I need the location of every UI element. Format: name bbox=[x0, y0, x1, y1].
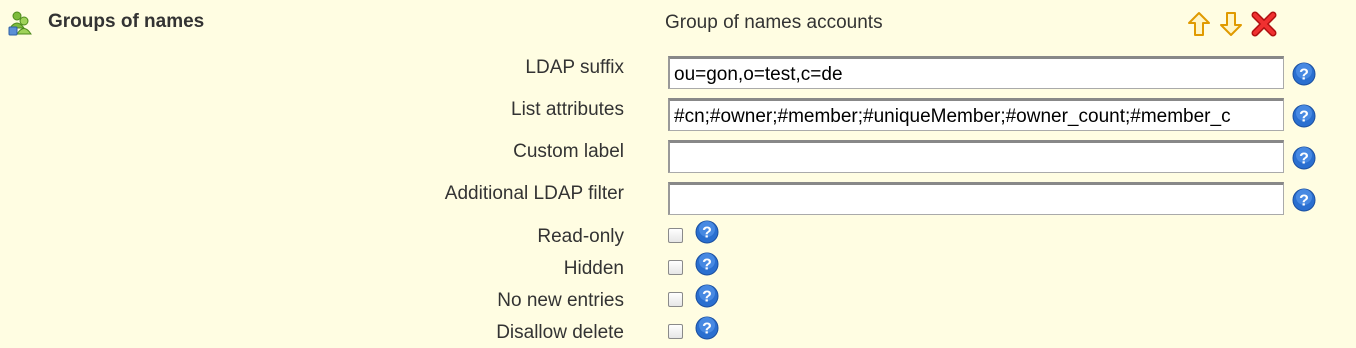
ldap-suffix-label: LDAP suffix bbox=[525, 57, 624, 78]
arrow-up-icon bbox=[1188, 12, 1210, 36]
svg-text:?: ? bbox=[702, 257, 712, 274]
move-down-button[interactable] bbox=[1218, 11, 1244, 37]
disallow-delete-label: Disallow delete bbox=[496, 322, 624, 343]
account-type-title: Group of names accounts bbox=[665, 12, 883, 33]
hidden-checkbox[interactable] bbox=[668, 260, 683, 275]
help-icon[interactable]: ? bbox=[695, 220, 719, 244]
list-attributes-input[interactable] bbox=[668, 98, 1284, 131]
help-icon[interactable]: ? bbox=[1292, 62, 1316, 86]
help-icon[interactable]: ? bbox=[1292, 188, 1316, 212]
help-icon[interactable]: ? bbox=[695, 284, 719, 308]
help-icon[interactable]: ? bbox=[1292, 104, 1316, 128]
groups-icon bbox=[8, 10, 32, 36]
help-icon[interactable]: ? bbox=[1292, 146, 1316, 170]
svg-text:?: ? bbox=[702, 289, 712, 306]
remove-button[interactable] bbox=[1251, 11, 1277, 37]
no-new-entries-checkbox[interactable] bbox=[668, 292, 683, 307]
read-only-checkbox[interactable] bbox=[668, 228, 683, 243]
svg-text:?: ? bbox=[702, 225, 712, 242]
hidden-label: Hidden bbox=[563, 258, 624, 279]
svg-text:?: ? bbox=[1299, 151, 1309, 168]
read-only-label: Read-only bbox=[537, 226, 624, 247]
svg-text:?: ? bbox=[702, 321, 712, 338]
section-title: Groups of names bbox=[48, 11, 205, 32]
svg-text:?: ? bbox=[1299, 109, 1309, 126]
additional-ldap-filter-input[interactable] bbox=[668, 182, 1284, 215]
custom-label-label: Custom label bbox=[513, 141, 624, 162]
disallow-delete-checkbox[interactable] bbox=[668, 324, 683, 339]
custom-label-input[interactable] bbox=[668, 140, 1284, 173]
arrow-down-icon bbox=[1220, 12, 1242, 36]
move-up-button[interactable] bbox=[1186, 11, 1212, 37]
additional-ldap-filter-label: Additional LDAP filter bbox=[444, 183, 624, 204]
svg-text:?: ? bbox=[1299, 193, 1309, 210]
help-icon[interactable]: ? bbox=[695, 316, 719, 340]
help-icon[interactable]: ? bbox=[695, 252, 719, 276]
svg-text:?: ? bbox=[1299, 67, 1309, 84]
ldap-suffix-input[interactable] bbox=[668, 56, 1284, 89]
delete-icon bbox=[1251, 11, 1277, 37]
list-attributes-label: List attributes bbox=[511, 99, 624, 120]
no-new-entries-label: No new entries bbox=[497, 290, 624, 311]
